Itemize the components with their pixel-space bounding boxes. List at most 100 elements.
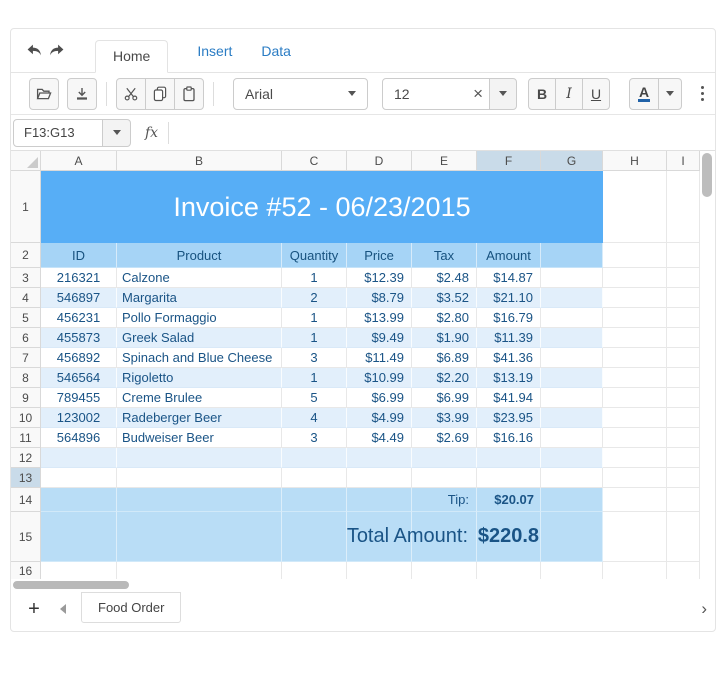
cell-A12[interactable] (41, 448, 117, 468)
column-header-E[interactable]: E (412, 151, 477, 171)
cell-E7[interactable]: $6.89 (412, 348, 477, 368)
row-header-3[interactable]: 3 (11, 268, 41, 288)
undo-button[interactable] (25, 42, 43, 60)
cell-G5[interactable] (541, 308, 603, 328)
cell-D5[interactable]: $13.99 (347, 308, 412, 328)
row-header-11[interactable]: 11 (11, 428, 41, 448)
name-box-dropdown-button[interactable] (102, 118, 131, 147)
text-color-dropdown-button[interactable] (658, 77, 682, 110)
row-header-12[interactable]: 12 (11, 448, 41, 468)
cell-D13[interactable] (347, 468, 412, 488)
cell-A13[interactable] (41, 468, 117, 488)
cell-D3[interactable]: $12.39 (347, 268, 412, 288)
cell-E10[interactable]: $3.99 (412, 408, 477, 428)
cell-C2[interactable]: Quantity (282, 243, 347, 268)
cell-E12[interactable] (412, 448, 477, 468)
select-all-corner[interactable] (11, 151, 41, 171)
cell-H16[interactable] (603, 562, 667, 579)
cell-I1[interactable] (667, 171, 700, 243)
cell-C3[interactable]: 1 (282, 268, 347, 288)
cell-F6[interactable]: $11.39 (477, 328, 541, 348)
formula-input[interactable] (169, 119, 715, 147)
cell-F15[interactable]: $220.8 (477, 512, 541, 562)
cell-A15[interactable] (41, 512, 117, 562)
cell-I8[interactable] (667, 368, 700, 388)
row-header-6[interactable]: 6 (11, 328, 41, 348)
cell-I16[interactable] (667, 562, 700, 579)
row-header-15[interactable]: 15 (11, 512, 41, 562)
cell-E14[interactable]: Tip: (412, 488, 477, 512)
cell-D9[interactable]: $6.99 (347, 388, 412, 408)
cell-A9[interactable]: 789455 (41, 388, 117, 408)
cell-D2[interactable]: Price (347, 243, 412, 268)
cell-C7[interactable]: 3 (282, 348, 347, 368)
cell-B2[interactable]: Product (117, 243, 282, 268)
cell-C11[interactable]: 3 (282, 428, 347, 448)
cell-D8[interactable]: $10.99 (347, 368, 412, 388)
font-family-select[interactable]: Arial (233, 77, 368, 110)
cell-C12[interactable] (282, 448, 347, 468)
cell-F12[interactable] (477, 448, 541, 468)
invoice-title-cell[interactable]: Invoice #52 - 06/23/2015 (41, 171, 603, 243)
cell-D10[interactable]: $4.99 (347, 408, 412, 428)
sheet-next-icon[interactable]: › (701, 599, 707, 619)
redo-button[interactable] (47, 42, 65, 60)
column-header-D[interactable]: D (347, 151, 412, 171)
horizontal-scrollbar[interactable] (13, 581, 129, 589)
cell-F3[interactable]: $14.87 (477, 268, 541, 288)
cell-E3[interactable]: $2.48 (412, 268, 477, 288)
bold-button[interactable]: B (528, 77, 556, 110)
cell-H7[interactable] (603, 348, 667, 368)
cell-B10[interactable]: Radeberger Beer (117, 408, 282, 428)
italic-button[interactable]: I (555, 77, 583, 110)
export-button[interactable] (67, 77, 97, 110)
cell-E11[interactable]: $2.69 (412, 428, 477, 448)
cell-B5[interactable]: Pollo Formaggio (117, 308, 282, 328)
cell-H8[interactable] (603, 368, 667, 388)
row-header-7[interactable]: 7 (11, 348, 41, 368)
cell-E2[interactable]: Tax (412, 243, 477, 268)
cell-B11[interactable]: Budweiser Beer (117, 428, 282, 448)
cell-F8[interactable]: $13.19 (477, 368, 541, 388)
cell-B6[interactable]: Greek Salad (117, 328, 282, 348)
cell-A10[interactable]: 123002 (41, 408, 117, 428)
cell-B15[interactable] (117, 512, 282, 562)
cell-H10[interactable] (603, 408, 667, 428)
cell-C14[interactable] (282, 488, 347, 512)
cell-G11[interactable] (541, 428, 603, 448)
cell-H3[interactable] (603, 268, 667, 288)
cell-D16[interactable] (347, 562, 412, 579)
cell-F10[interactable]: $23.95 (477, 408, 541, 428)
row-header-2[interactable]: 2 (11, 243, 41, 268)
cell-F5[interactable]: $16.79 (477, 308, 541, 328)
column-header-I[interactable]: I (667, 151, 700, 171)
cell-E9[interactable]: $6.99 (412, 388, 477, 408)
cell-D14[interactable] (347, 488, 412, 512)
cell-H1[interactable] (603, 171, 667, 243)
cell-D7[interactable]: $11.49 (347, 348, 412, 368)
cell-I15[interactable] (667, 512, 700, 562)
cell-B3[interactable]: Calzone (117, 268, 282, 288)
cell-A16[interactable] (41, 562, 117, 579)
cell-H5[interactable] (603, 308, 667, 328)
cell-G16[interactable] (541, 562, 603, 579)
cell-I12[interactable] (667, 448, 700, 468)
underline-button[interactable]: U (582, 77, 610, 110)
cell-F9[interactable]: $41.94 (477, 388, 541, 408)
cell-C9[interactable]: 5 (282, 388, 347, 408)
cell-G14[interactable] (541, 488, 603, 512)
vertical-scrollbar[interactable] (702, 153, 712, 197)
cell-F11[interactable]: $16.16 (477, 428, 541, 448)
cell-I4[interactable] (667, 288, 700, 308)
cell-D4[interactable]: $8.79 (347, 288, 412, 308)
tab-data[interactable]: Data (261, 43, 291, 59)
cell-B14[interactable] (117, 488, 282, 512)
cell-G8[interactable] (541, 368, 603, 388)
column-header-A[interactable]: A (41, 151, 117, 171)
cell-I2[interactable] (667, 243, 700, 268)
cell-G13[interactable] (541, 468, 603, 488)
cell-E6[interactable]: $1.90 (412, 328, 477, 348)
cell-A2[interactable]: ID (41, 243, 117, 268)
row-header-16[interactable]: 16 (11, 562, 41, 579)
cut-button[interactable] (116, 77, 146, 110)
